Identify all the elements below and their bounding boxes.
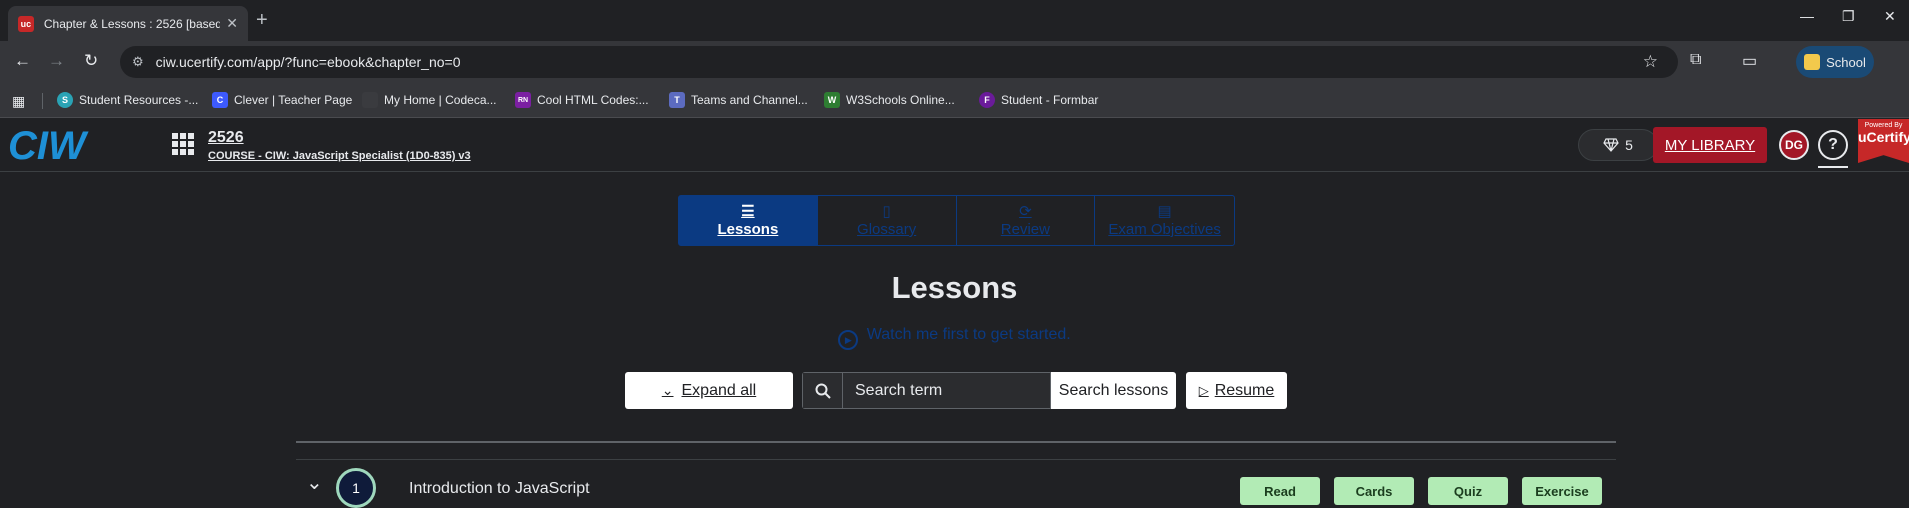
clever-icon: C [212,92,228,108]
cards-button[interactable]: Cards [1334,477,1414,505]
close-window-icon[interactable]: ✕ [1884,8,1896,25]
profile-label: School [1826,54,1866,70]
teams-icon: T [669,92,685,108]
formbar-icon: F [979,92,995,108]
clipboard-icon: ▤ [1157,203,1172,220]
play-circle-icon: ▶ [838,330,859,350]
resume-button[interactable]: ▷ Resume [1186,372,1287,409]
play-icon: ▷ [1198,382,1209,398]
list-icon: ☰ [741,203,755,220]
gems-counter[interactable]: 5 [1578,129,1658,161]
ucertify-favicon-icon: uc [18,15,34,32]
bookmark-item[interactable]: F Student - Formbar [979,92,1098,108]
expand-all-label: Expand all [681,381,757,399]
bookmark-label: Student - Formbar [1001,93,1099,107]
search-input[interactable] [843,372,1051,409]
course-name-link[interactable]: COURSE - CIW: JavaScript Specialist (1D0… [208,150,471,162]
close-tab-icon[interactable]: ✕ [226,15,238,32]
watch-text: Watch me first to get started. [866,326,1071,343]
browser-tab-bar: uc Chapter & Lessons : 2526 [based ✕ + —… [0,0,1909,41]
exercise-button[interactable]: Exercise [1522,477,1602,505]
bookmarks-bar: ▦ S Student Resources -... C Clever | Te… [0,83,1909,118]
forward-icon[interactable]: → [48,51,65,71]
ciw-logo[interactable]: CIW [4,125,116,165]
restore-icon[interactable]: ❐ [1842,8,1855,25]
codecademy-icon [362,92,378,108]
resume-label: Resume [1214,381,1275,399]
quiz-button[interactable]: Quiz [1428,477,1508,505]
app-header: CIW 2526 COURSE - CIW: JavaScript Specia… [0,119,1909,172]
bookmark-item[interactable]: S Student Resources -... [57,92,198,108]
tab-label: Glossary [857,221,917,238]
lesson-title[interactable]: Introduction to JavaScript [409,480,590,498]
gems-count: 5 [1625,137,1633,153]
reload-icon[interactable]: ↻ [84,51,98,71]
ciw-logo-text: CIW [8,125,89,165]
watch-video-link[interactable]: ▶ Watch me first to get started. [0,326,1909,350]
site-info-icon[interactable]: ⚙ [132,54,144,70]
expand-all-button[interactable]: ⌄ Expand all [625,372,793,409]
browser-tab[interactable]: uc Chapter & Lessons : 2526 [based ✕ [8,6,248,41]
profile-avatar-icon [1804,54,1821,70]
tab-label: Exam Objectives [1108,221,1221,238]
page-title: Lessons [891,270,1018,305]
search-lessons-button[interactable]: Search lessons [1051,372,1176,409]
chevron-down-icon: ⌄ [661,382,674,398]
ucertify-label: uCertify [1858,129,1909,145]
bookmark-label: Clever | Teacher Page [234,93,353,107]
bookmark-label: Cool HTML Codes:... [537,93,649,107]
read-button[interactable]: Read [1240,477,1320,505]
bookmark-item[interactable]: My Home | Codeca... [362,92,497,108]
bookmark-label: Teams and Channel... [691,93,808,107]
user-avatar[interactable]: DG [1779,130,1809,160]
address-bar[interactable]: ⚙ ciw.ucertify.com/app/?func=ebook&chapt… [120,46,1678,78]
tab-review[interactable]: ⟳ Review [957,196,1096,245]
bookmark-label: Student Resources -... [79,93,199,107]
apps-grid-icon[interactable]: ▦ [12,93,25,110]
bookmark-item[interactable]: RN Cool HTML Codes:... [515,92,649,108]
divider [296,441,1616,443]
html-codes-icon: RN [515,92,531,108]
tab-lessons[interactable]: ☰ Lessons [679,196,818,245]
ucertify-badge[interactable]: Powered By uCertify [1858,119,1909,163]
bookmarks-divider [42,93,43,109]
bookmark-item[interactable]: T Teams and Channel... [669,92,808,108]
lesson-search: Search lessons [802,372,1176,409]
tab-title: Chapter & Lessons : 2526 [based [43,16,221,31]
bookmark-star-icon[interactable]: ☆ [1643,52,1658,72]
lesson-row: ⌄ 1 Introduction to JavaScript Read Card… [296,460,1616,508]
course-number-link[interactable]: 2526 [208,129,244,147]
tab-label: Lessons [717,221,779,238]
w3schools-icon: W [824,92,840,108]
extensions-icon[interactable]: ⧉ [1690,51,1701,69]
help-icon[interactable]: ? [1818,130,1848,160]
media-icon[interactable]: ▭ [1742,51,1757,71]
profile-button[interactable]: School [1796,46,1874,78]
diamond-icon [1603,138,1619,152]
student-resources-icon: S [57,92,73,108]
bookmark-item[interactable]: W W3Schools Online... [824,92,955,108]
review-icon: ⟳ [1019,203,1032,220]
bookmark-label: My Home | Codeca... [384,93,497,107]
tab-label: Review [1000,221,1050,238]
my-library-button[interactable]: MY LIBRARY [1653,127,1767,163]
minimize-icon[interactable]: — [1800,8,1814,24]
powered-by-label: Powered By [1864,122,1903,129]
browser-toolbar: ← → ↻ ⚙ ciw.ucertify.com/app/?func=ebook… [0,41,1909,83]
tab-glossary[interactable]: ▯ Glossary [818,196,957,245]
url-text[interactable]: ciw.ucertify.com/app/?func=ebook&chapter… [156,54,461,70]
tab-exam-objectives[interactable]: ▤ Exam Objectives [1095,196,1234,245]
search-icon [802,372,843,409]
bookmark-label: W3Schools Online... [846,93,955,107]
help-underline [1818,166,1848,168]
chevron-down-icon[interactable]: ⌄ [306,470,323,495]
lesson-number: 1 [336,468,376,508]
bookmark-item[interactable]: C Clever | Teacher Page [212,92,352,108]
back-icon[interactable]: ← [14,51,31,71]
book-icon: ▯ [882,203,891,220]
new-tab-icon[interactable]: + [256,9,268,32]
content-tabs: ☰ Lessons ▯ Glossary ⟳ Review ▤ Exam Obj… [678,195,1235,246]
course-menu-grid-icon[interactable] [172,133,194,155]
